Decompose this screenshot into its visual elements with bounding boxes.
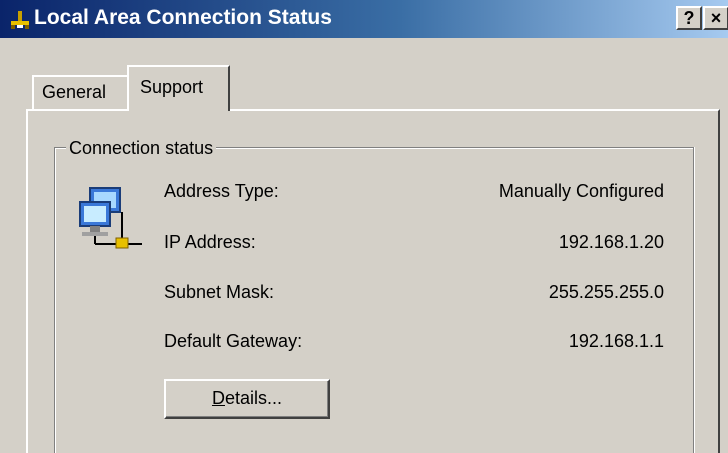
help-button[interactable]: ? (676, 6, 702, 30)
close-icon: × (710, 8, 722, 28)
ip-address-value: 192.168.1.20 (558, 232, 664, 252)
window-title: Local Area Connection Status (34, 6, 332, 29)
dialog-window: Local Area Connection Status ? × General… (0, 0, 728, 453)
address-type-value: Manually Configured (498, 181, 664, 201)
default-gateway-label: Default Gateway: (164, 331, 303, 351)
close-button[interactable]: × (703, 6, 728, 30)
title-bar[interactable]: Local Area Connection Status ? × (0, 0, 728, 38)
address-type-label: Address Type: (164, 181, 279, 201)
network-computers-icon (79, 187, 142, 249)
details-button[interactable]: Details... (164, 379, 330, 419)
connection-status-label: Connection status (66, 137, 217, 159)
network-connection-icon (11, 11, 29, 29)
tab-support-label: Support (140, 77, 204, 97)
help-icon: ? (683, 8, 695, 28)
ip-address-label: IP Address: (164, 232, 256, 252)
subnet-mask-label: Subnet Mask: (164, 282, 275, 302)
details-button-mnemonic: D (211, 388, 225, 408)
details-button-label: etails... (224, 388, 283, 408)
default-gateway-value: 192.168.1.1 (568, 331, 664, 351)
tab-general-label: General (42, 82, 107, 102)
tab-support[interactable]: Support (127, 65, 230, 111)
tab-general[interactable]: General (32, 75, 129, 109)
subnet-mask-value: 255.255.255.0 (548, 282, 664, 302)
